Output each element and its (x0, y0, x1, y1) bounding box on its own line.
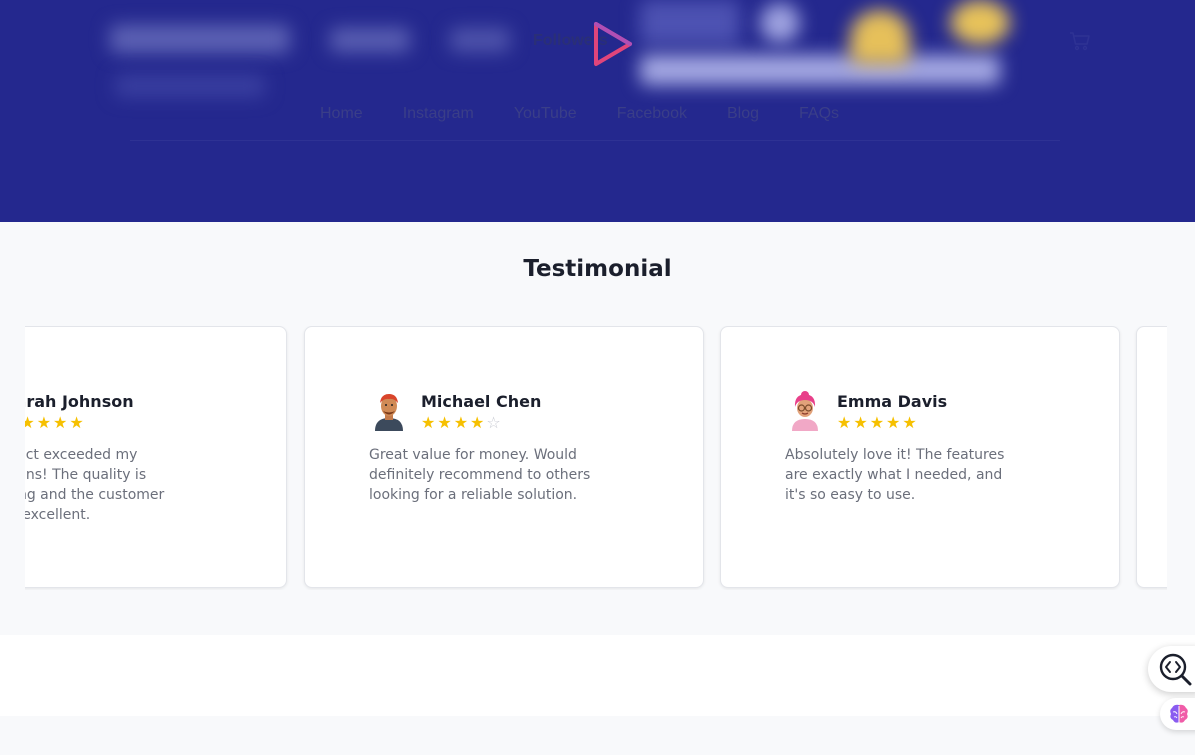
nav-instagram[interactable]: Instagram (383, 105, 494, 123)
brain-icon (1170, 704, 1188, 723)
blurred-background (850, 10, 910, 65)
card-header: Emma Davis ★ ★ ★ ★ ★ (785, 391, 947, 432)
nav-blog[interactable]: Blog (707, 105, 779, 123)
testimonial-carousel[interactable]: Sarah Johnson ★★★★★ This product exceede… (25, 326, 1167, 590)
star-filled-icon: ★ (25, 413, 35, 432)
section-title: Testimonial (523, 256, 672, 282)
author-name: Sarah Johnson (25, 392, 134, 411)
testimonial-card-next (1136, 326, 1167, 588)
blurred-background (640, 0, 740, 45)
star-filled-icon: ★ (36, 413, 52, 432)
star-filled-icon: ★ (886, 413, 901, 432)
star-filled-icon: ★ (53, 413, 68, 432)
star-rating: ★★★★★ (837, 414, 947, 432)
testimonial-text: This product exceeded my expectations! T… (25, 447, 165, 523)
star-empty-icon: ☆ (486, 413, 501, 432)
ai-assistant-widget[interactable] (1160, 698, 1195, 730)
site-header: Followers Home Instagram YouTube Faceboo… (0, 0, 1195, 222)
author-info: Sarah Johnson ★★★★★ (25, 391, 134, 432)
testimonial-card: Michael Chen ★ ★ ★ ★ ☆ Great value for money… (304, 326, 704, 588)
avatar-icon (375, 394, 403, 431)
nav-divider (130, 140, 1060, 141)
author-info: Michael Chen ★ ★ ★ ★ ☆ (421, 391, 541, 432)
testimonial-card: Sarah Johnson ★★★★★ This product exceede… (25, 326, 287, 588)
blurred-background (950, 0, 1010, 45)
star-filled-icon: ★ (69, 413, 84, 432)
star-filled-icon: ★ (902, 413, 917, 432)
nav-home[interactable]: Home (300, 105, 383, 123)
blurred-background (330, 28, 410, 52)
author-info: Emma Davis ★ ★ ★ ★ ★ (837, 391, 947, 432)
star-filled-icon: ★ (453, 413, 469, 432)
star-filled-icon: ★ (837, 413, 852, 432)
card-header: Sarah Johnson ★★★★★ (25, 391, 134, 432)
star-filled-icon: ★ (869, 413, 885, 432)
site-logo[interactable]: Followers (530, 18, 640, 70)
testimonial-section: Testimonial Sarah Johnson ★★★★★ This pro… (0, 222, 1195, 635)
avatar-icon (792, 391, 818, 431)
main-nav: Home Instagram YouTube Facebook Blog FAQ… (300, 105, 859, 123)
star-filled-icon: ★ (470, 413, 485, 432)
lower-band (0, 635, 1195, 716)
blurred-background (110, 25, 290, 53)
star-rating: ★ ★ ★ ★ ☆ (421, 414, 541, 432)
blurred-background (115, 75, 265, 97)
code-search-widget[interactable] (1148, 646, 1195, 692)
cart-icon[interactable] (1068, 29, 1092, 53)
blurred-background (640, 55, 1000, 85)
testimonial-text: Absolutely love it! The features are exa… (785, 447, 1005, 503)
code-search-icon (1159, 653, 1192, 686)
blurred-background (760, 3, 800, 43)
star-filled-icon: ★ (437, 413, 452, 432)
star-filled-icon: ★ (421, 413, 436, 432)
blurred-background (450, 28, 510, 52)
nav-facebook[interactable]: Facebook (597, 105, 707, 123)
play-logo-icon (594, 22, 632, 66)
author-name: Emma Davis (837, 392, 948, 411)
card-header: Michael Chen ★ ★ ★ ★ ☆ (369, 391, 541, 432)
author-name: Michael Chen (421, 392, 542, 411)
nav-youtube[interactable]: YouTube (494, 105, 597, 123)
star-filled-icon: ★ (853, 413, 868, 432)
star-rating: ★★★★★ (25, 414, 134, 432)
testimonial-card: Emma Davis ★ ★ ★ ★ ★ Absolutely love it! The… (720, 326, 1120, 588)
testimonial-text: Great value for money. Would definitely … (369, 447, 591, 503)
nav-faqs[interactable]: FAQs (779, 105, 859, 123)
